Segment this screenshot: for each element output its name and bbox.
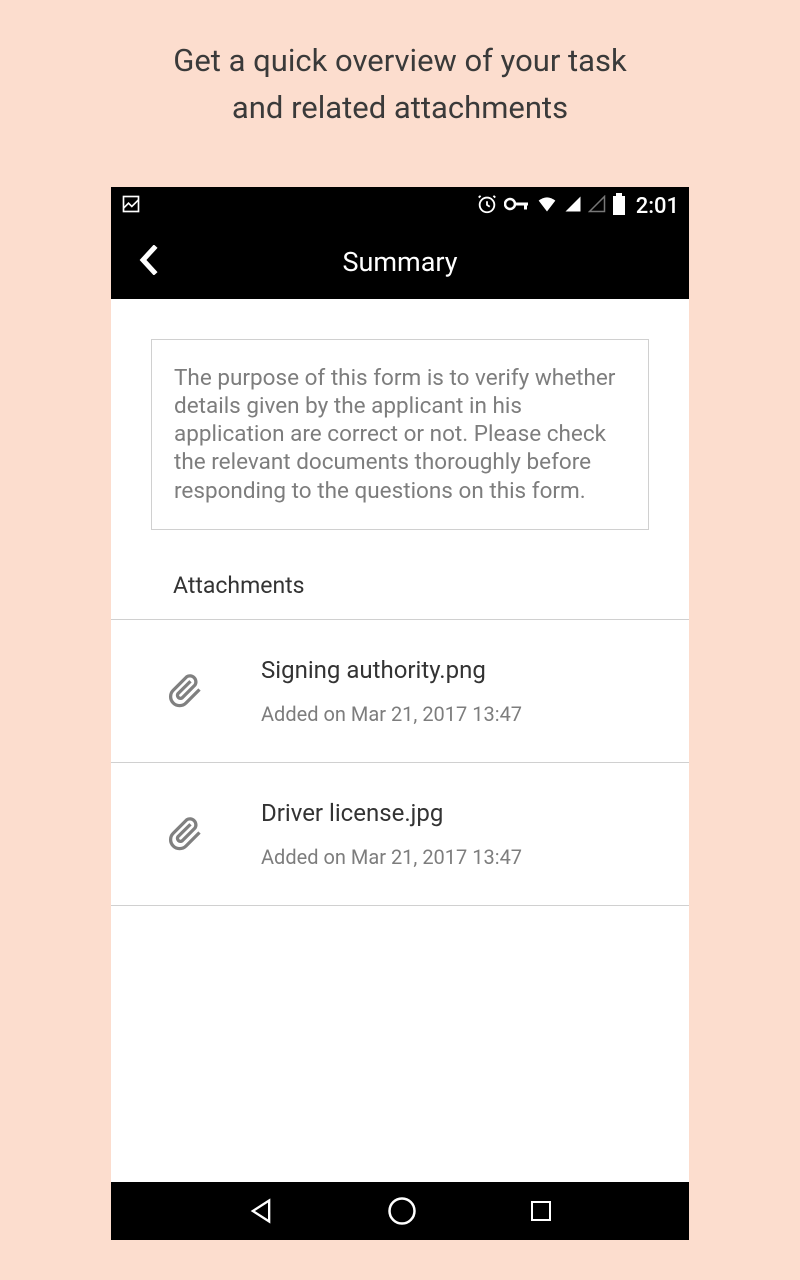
attachment-date: Added on Mar 21, 2017 13:47 [261,702,689,726]
nav-home-button[interactable] [387,1196,417,1226]
attachments-label: Attachments [173,572,689,599]
attachment-date: Added on Mar 21, 2017 13:47 [261,845,689,869]
app-bar: Summary [111,225,689,299]
navigation-bar [111,1182,689,1240]
promo-text: Get a quick overview of your task and re… [0,0,800,131]
paperclip-icon [111,673,261,709]
alarm-icon [476,193,498,219]
attachment-name: Signing authority.png [261,656,689,684]
status-time: 2:01 [636,194,679,219]
attachment-text: Signing authority.png Added on Mar 21, 2… [261,656,689,726]
wifi-icon [536,194,558,218]
battery-icon [612,193,626,219]
nav-recents-button[interactable] [529,1199,553,1223]
nav-back-button[interactable] [247,1197,275,1225]
image-icon [121,194,141,218]
content-area: The purpose of this form is to verify wh… [111,299,689,1182]
description-box: The purpose of this form is to verify wh… [151,339,649,530]
back-button[interactable] [111,245,187,279]
attachment-row[interactable]: Signing authority.png Added on Mar 21, 2… [111,619,689,762]
attachment-row[interactable]: Driver license.jpg Added on Mar 21, 2017… [111,762,689,906]
page-title: Summary [111,246,689,278]
promo-line-2: and related attachments [0,85,800,132]
key-icon [504,194,530,218]
attachment-text: Driver license.jpg Added on Mar 21, 2017… [261,799,689,869]
signal-icon-1 [564,195,582,217]
status-left [121,194,141,218]
phone-frame: 2:01 Summary The purpose of this form is… [111,187,689,1240]
paperclip-icon [111,816,261,852]
status-right: 2:01 [476,193,679,219]
status-bar: 2:01 [111,187,689,225]
signal-icon-2 [588,195,606,217]
attachment-name: Driver license.jpg [261,799,689,827]
promo-line-1: Get a quick overview of your task [0,38,800,85]
